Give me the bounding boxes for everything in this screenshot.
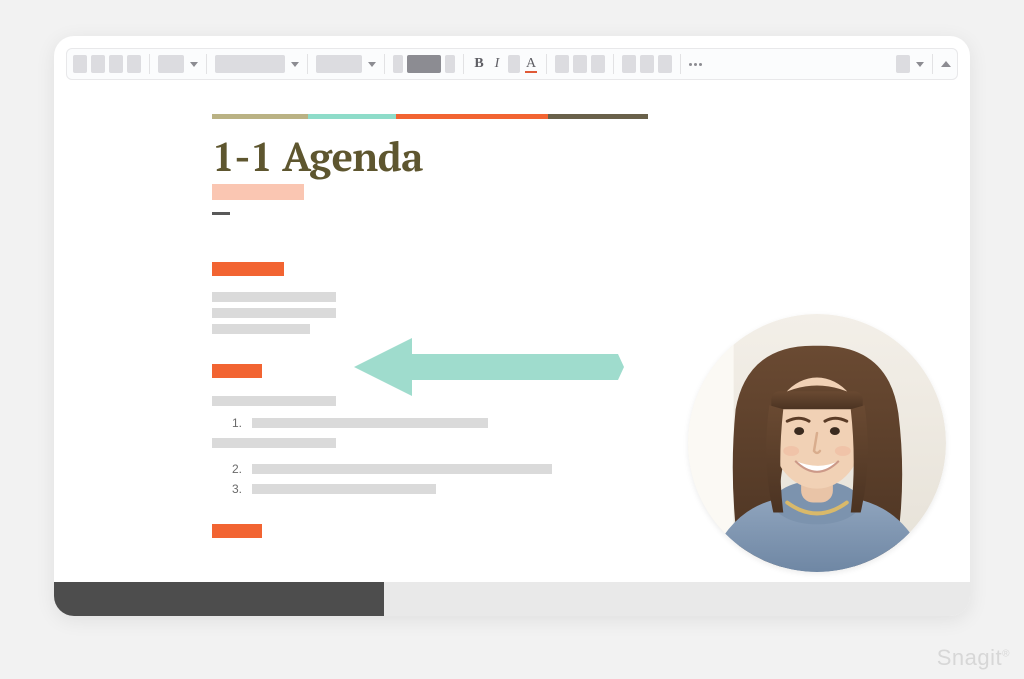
collapse-toolbar-button[interactable]: [941, 61, 951, 67]
list-item-placeholder[interactable]: [252, 484, 436, 494]
formatting-toolbar: B I A: [66, 48, 958, 80]
editing-mode-dropdown[interactable]: [896, 55, 924, 73]
toolbar-separator: [384, 54, 385, 74]
stripe-segment: [308, 114, 396, 119]
toolbar-separator: [206, 54, 207, 74]
text-line-placeholder[interactable]: [212, 438, 336, 448]
list-item-placeholder[interactable]: [252, 464, 552, 474]
list-number: 3.: [232, 482, 242, 496]
insert-comment-button[interactable]: [573, 55, 587, 73]
stripe-segment: [396, 114, 548, 119]
section-heading-placeholder[interactable]: [212, 364, 262, 378]
toolbar-separator: [307, 54, 308, 74]
chevron-down-icon: [190, 62, 198, 67]
text-color-button[interactable]: A: [524, 56, 538, 72]
webcam-avatar[interactable]: [688, 314, 946, 572]
chevron-down-icon: [916, 62, 924, 67]
chevron-down-icon: [291, 62, 299, 67]
toolbar-separator: [546, 54, 547, 74]
stripe-segment: [548, 114, 648, 119]
text-line-placeholder[interactable]: [212, 292, 336, 302]
playback-timeline[interactable]: [54, 582, 970, 616]
section-heading-placeholder[interactable]: [212, 524, 262, 538]
undo-button[interactable]: [73, 55, 87, 73]
toolbar-group-align: [622, 55, 672, 73]
align-button[interactable]: [622, 55, 636, 73]
zoom-dropdown[interactable]: [158, 55, 198, 73]
insert-link-button[interactable]: [555, 55, 569, 73]
toolbar-group-undo: [73, 55, 141, 73]
document-title[interactable]: 1-1 Agenda: [212, 130, 423, 183]
italic-button[interactable]: I: [490, 56, 504, 72]
section-heading-placeholder[interactable]: [212, 262, 284, 276]
insert-image-button[interactable]: [591, 55, 605, 73]
color-stripe-divider: [212, 114, 648, 119]
text-line-placeholder[interactable]: [212, 324, 310, 334]
bold-button[interactable]: B: [472, 56, 486, 72]
toolbar-group-insert: [555, 55, 605, 73]
more-options-button[interactable]: [689, 63, 702, 66]
redo-button[interactable]: [91, 55, 105, 73]
toolbar-separator: [613, 54, 614, 74]
line-spacing-button[interactable]: [640, 55, 654, 73]
underline-button[interactable]: [508, 55, 520, 73]
toolbar-separator: [680, 54, 681, 74]
font-size-control[interactable]: [393, 55, 455, 73]
editor-window: B I A 1-1 Agenda: [54, 36, 970, 616]
font-dropdown[interactable]: [316, 55, 376, 73]
style-dropdown[interactable]: [215, 55, 299, 73]
list-number: 1.: [232, 416, 242, 430]
watermark: Snagit®: [937, 645, 1010, 671]
stripe-segment: [212, 114, 308, 119]
horizontal-rule: [212, 212, 230, 215]
playback-progress: [54, 582, 384, 616]
highlighted-date-placeholder[interactable]: [212, 184, 304, 200]
paint-format-button[interactable]: [127, 55, 141, 73]
toolbar-separator: [149, 54, 150, 74]
toolbar-separator: [463, 54, 464, 74]
print-button[interactable]: [109, 55, 123, 73]
chevron-down-icon: [368, 62, 376, 67]
toolbar-separator: [932, 54, 933, 74]
text-line-placeholder[interactable]: [212, 396, 336, 406]
text-line-placeholder[interactable]: [212, 308, 336, 318]
list-item-placeholder[interactable]: [252, 418, 488, 428]
list-number: 2.: [232, 462, 242, 476]
list-button[interactable]: [658, 55, 672, 73]
